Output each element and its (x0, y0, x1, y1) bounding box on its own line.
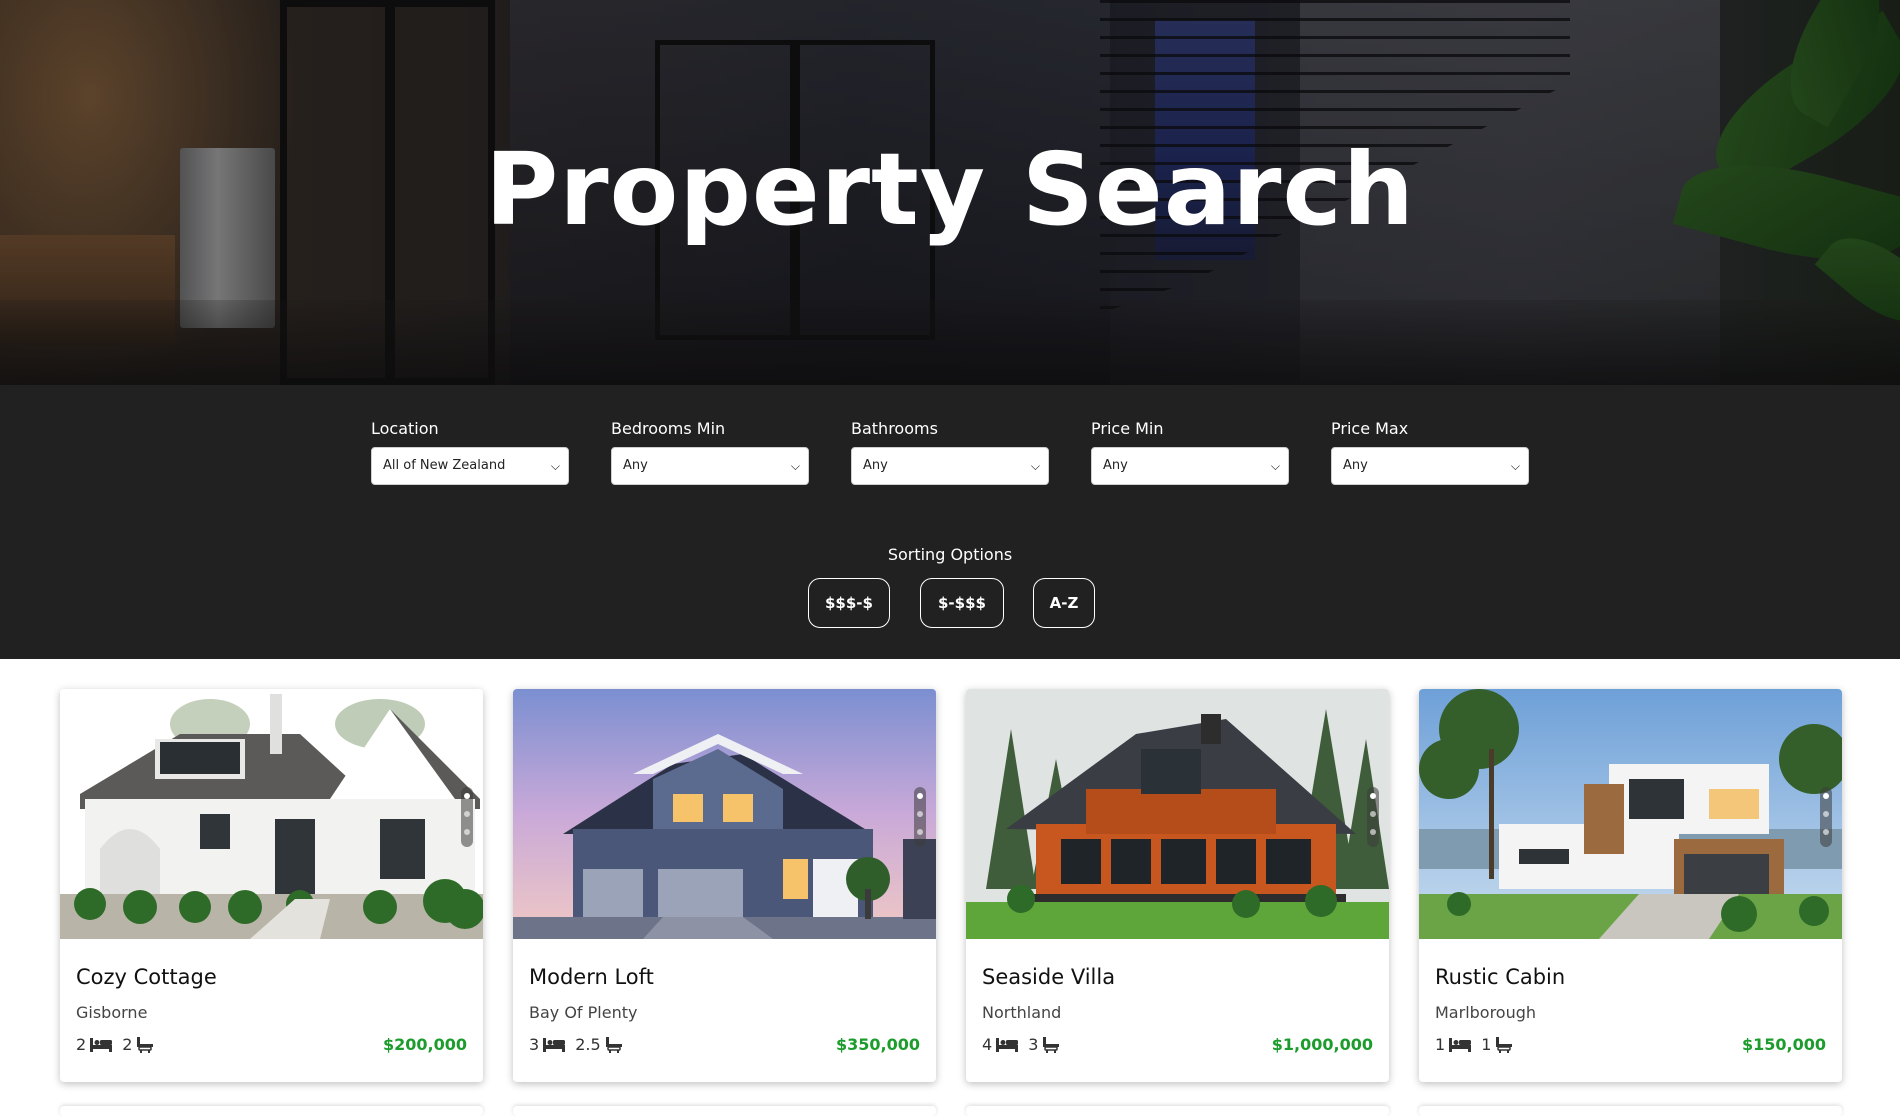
price-max-value: Any (1343, 458, 1368, 473)
listing-features: 4 3 (982, 1035, 1060, 1054)
location-label: Location (371, 419, 439, 438)
listing-card[interactable]: Modern Loft Bay Of Plenty 3 2.5 $350,000 (513, 689, 936, 1082)
location-filter: Location All of New Zealand ⌵ (371, 418, 571, 485)
carousel-dot[interactable] (1823, 829, 1829, 835)
chevron-down-icon: ⌵ (550, 459, 560, 473)
listing-features: 3 2.5 (529, 1035, 623, 1054)
bathroom-count: 2.5 (575, 1035, 601, 1054)
carousel-dot[interactable] (1823, 811, 1829, 817)
sorting-title: Sorting Options (887, 545, 1013, 564)
sort-price-desc-button[interactable]: $$$-$ (808, 578, 890, 628)
bedroom-count: 1 (1435, 1035, 1446, 1054)
carousel-dot[interactable] (464, 829, 470, 835)
sort-price-asc-button[interactable]: $-$$$ (920, 578, 1004, 628)
bedrooms-min-label: Bedrooms Min (611, 419, 726, 438)
bedroom-count: 4 (982, 1035, 993, 1054)
chevron-down-icon: ⌵ (1510, 459, 1520, 473)
listing-card[interactable] (966, 1106, 1389, 1116)
listing-price: $150,000 (1741, 1035, 1826, 1054)
filter-bar: Location All of New Zealand ⌵ Bedrooms M… (0, 385, 1900, 659)
listing-title[interactable]: Modern Loft (529, 965, 654, 989)
bedrooms-min-select[interactable]: Any ⌵ (611, 447, 809, 485)
bath-icon (137, 1036, 154, 1053)
listing-card[interactable] (1419, 1106, 1842, 1116)
carousel-indicator[interactable] (914, 787, 926, 847)
listing-title[interactable]: Seaside Villa (982, 965, 1115, 989)
listing-title[interactable]: Cozy Cottage (76, 965, 217, 989)
bedrooms-min-value: Any (623, 458, 648, 473)
listing-card[interactable] (60, 1106, 483, 1116)
bedrooms-min-filter: Bedrooms Min Any ⌵ (611, 418, 811, 485)
carousel-dot[interactable] (917, 811, 923, 817)
carousel-dot[interactable] (1370, 793, 1376, 799)
carousel-dot[interactable] (1370, 811, 1376, 817)
listing-photo[interactable] (60, 689, 483, 939)
listing-features: 2 2 (76, 1035, 154, 1054)
location-select[interactable]: All of New Zealand ⌵ (371, 447, 569, 485)
price-max-label: Price Max (1331, 419, 1409, 438)
carousel-indicator[interactable] (1367, 787, 1379, 847)
listing-title[interactable]: Rustic Cabin (1435, 965, 1565, 989)
bed-icon (543, 1037, 566, 1052)
carousel-dot[interactable] (917, 793, 923, 799)
chevron-down-icon: ⌵ (1030, 459, 1040, 473)
listing-card[interactable]: Cozy Cottage Gisborne 2 2 $200,000 (60, 689, 483, 1082)
bathroom-count: 1 (1481, 1035, 1492, 1054)
bedroom-count: 3 (529, 1035, 540, 1054)
hero-banner: Property Search (0, 0, 1900, 385)
price-max-select[interactable]: Any ⌵ (1331, 447, 1529, 485)
bathrooms-value: Any (863, 458, 888, 473)
carousel-dot[interactable] (1823, 793, 1829, 799)
location-value: All of New Zealand (383, 458, 506, 473)
chevron-down-icon: ⌵ (790, 459, 800, 473)
bed-icon (1449, 1037, 1472, 1052)
listing-location: Gisborne (76, 1003, 148, 1022)
listing-price: $1,000,000 (1271, 1035, 1373, 1054)
bathrooms-select[interactable]: Any ⌵ (851, 447, 1049, 485)
listing-photo[interactable] (966, 689, 1389, 939)
listing-price: $200,000 (382, 1035, 467, 1054)
page-title: Property Search (485, 131, 1415, 248)
price-min-value: Any (1103, 458, 1128, 473)
bathroom-count: 3 (1028, 1035, 1039, 1054)
bed-icon (996, 1037, 1019, 1052)
bathrooms-filter: Bathrooms Any ⌵ (851, 418, 1051, 485)
sort-alpha-button[interactable]: A-Z (1033, 578, 1095, 628)
listing-location: Bay Of Plenty (529, 1003, 638, 1022)
carousel-dot[interactable] (464, 793, 470, 799)
bath-icon (1043, 1036, 1060, 1053)
listing-photo[interactable] (513, 689, 936, 939)
listing-location: Marlborough (1435, 1003, 1537, 1022)
listing-features: 1 1 (1435, 1035, 1513, 1054)
bath-icon (1496, 1036, 1513, 1053)
listing-location: Northland (982, 1003, 1062, 1022)
price-max-filter: Price Max Any ⌵ (1331, 418, 1531, 485)
price-min-label: Price Min (1091, 419, 1164, 438)
listing-card[interactable]: Rustic Cabin Marlborough 1 1 $150,000 (1419, 689, 1842, 1082)
bath-icon (605, 1036, 622, 1053)
listing-price: $350,000 (835, 1035, 920, 1054)
price-min-select[interactable]: Any ⌵ (1091, 447, 1289, 485)
price-min-filter: Price Min Any ⌵ (1091, 418, 1291, 485)
carousel-dot[interactable] (917, 829, 923, 835)
carousel-indicator[interactable] (1820, 787, 1832, 847)
carousel-indicator[interactable] (461, 787, 473, 847)
listing-card[interactable]: Seaside Villa Northland 4 3 $1,000,000 (966, 689, 1389, 1082)
bathroom-count: 2 (122, 1035, 133, 1054)
bathrooms-label: Bathrooms (851, 419, 938, 438)
bed-icon (90, 1037, 113, 1052)
listing-card[interactable] (513, 1106, 936, 1116)
listing-photo[interactable] (1419, 689, 1842, 939)
bedroom-count: 2 (76, 1035, 87, 1054)
carousel-dot[interactable] (464, 811, 470, 817)
chevron-down-icon: ⌵ (1270, 459, 1280, 473)
carousel-dot[interactable] (1370, 829, 1376, 835)
